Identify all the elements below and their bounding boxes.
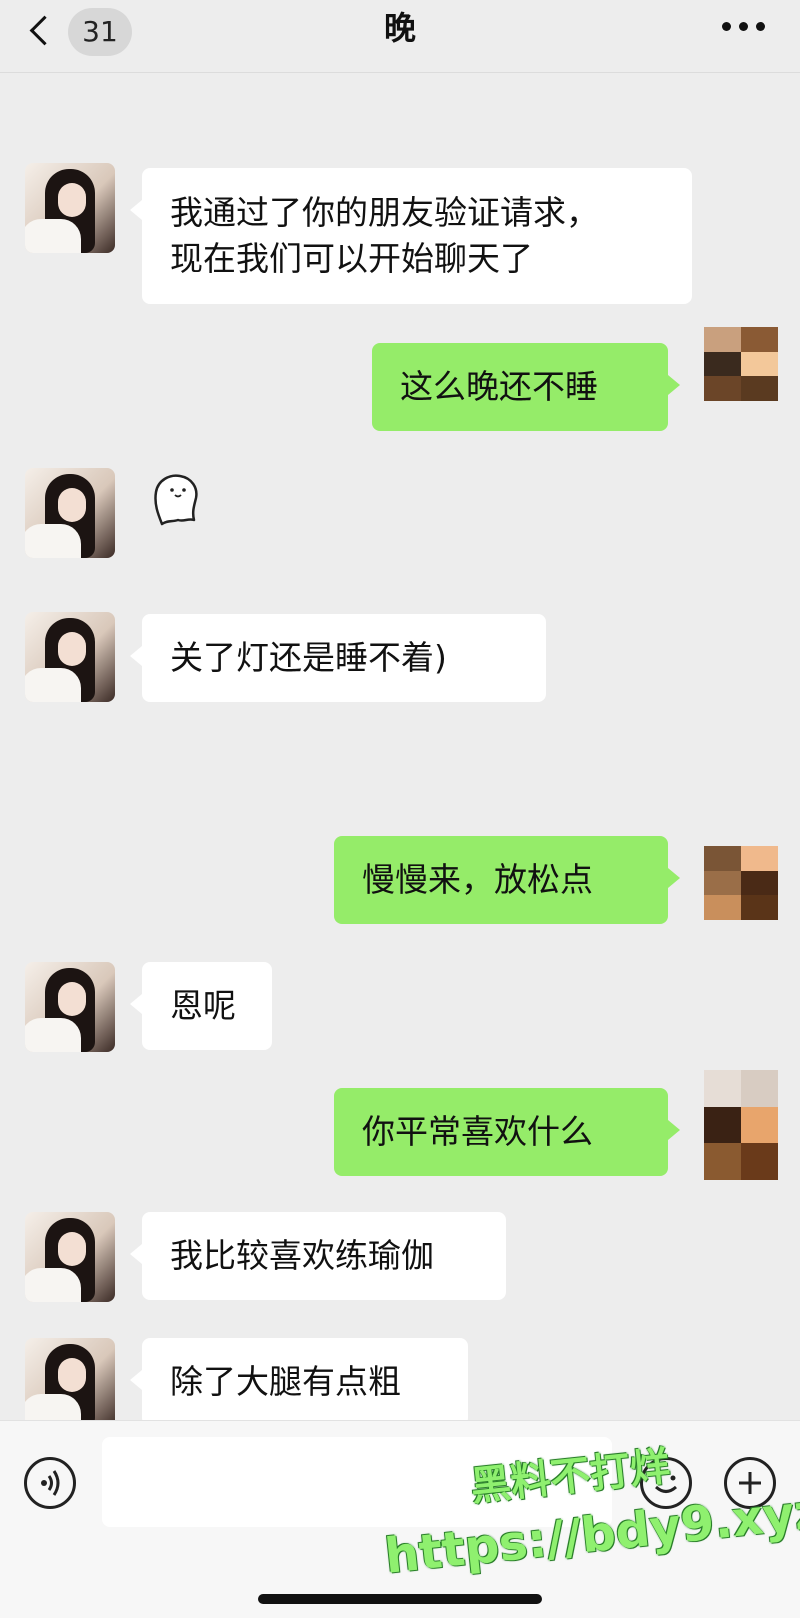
message-text: 除了大腿有点粗	[170, 1362, 401, 1401]
message-bubble-incoming[interactable]: 恩呢	[130, 962, 272, 1050]
more-dots-icon[interactable]	[722, 22, 766, 34]
chat-header: 31 晚	[0, 0, 800, 73]
message-text: 恩呢	[170, 986, 236, 1025]
home-indicator	[258, 1594, 542, 1604]
contact-avatar[interactable]	[25, 1212, 115, 1302]
chat-title: 晚	[383, 9, 416, 47]
message-text: 这么晚还不睡	[400, 367, 598, 406]
voice-icon[interactable]	[24, 1457, 76, 1509]
contact-avatar[interactable]	[25, 612, 115, 702]
message-text: 现在我们可以开始聊天了	[170, 239, 533, 278]
message-text: 慢慢来，放松点	[362, 860, 593, 899]
message-bubble-incoming[interactable]: 我比较喜欢练瑜伽	[130, 1212, 506, 1300]
contact-avatar[interactable]	[25, 962, 115, 1052]
contact-avatar[interactable]	[25, 468, 115, 558]
message-bubble-incoming[interactable]: 除了大腿有点粗	[130, 1338, 468, 1426]
contact-avatar[interactable]	[25, 1338, 115, 1428]
my-avatar[interactable]	[704, 1070, 778, 1180]
message-text: 你平常喜欢什么	[362, 1112, 593, 1151]
contact-avatar[interactable]	[25, 163, 115, 253]
my-avatar[interactable]	[704, 327, 778, 401]
message-text: 我通过了你的朋友验证请求，	[170, 193, 599, 232]
message-bubble-incoming[interactable]: 我通过了你的朋友验证请求， 现在我们可以开始聊天了	[130, 168, 692, 304]
message-bubble-outgoing[interactable]: 你平常喜欢什么	[334, 1088, 680, 1176]
message-text: 关了灯还是睡不着)	[170, 638, 447, 677]
message-bubble-outgoing[interactable]: 这么晚还不睡	[372, 343, 680, 431]
message-text: 我比较喜欢练瑜伽	[170, 1236, 434, 1275]
cute-ghost-sticker[interactable]	[148, 470, 204, 530]
my-avatar[interactable]	[704, 846, 778, 920]
message-bubble-outgoing[interactable]: 慢慢来，放松点	[334, 836, 680, 924]
message-bubble-incoming[interactable]: 关了灯还是睡不着)	[130, 614, 546, 702]
